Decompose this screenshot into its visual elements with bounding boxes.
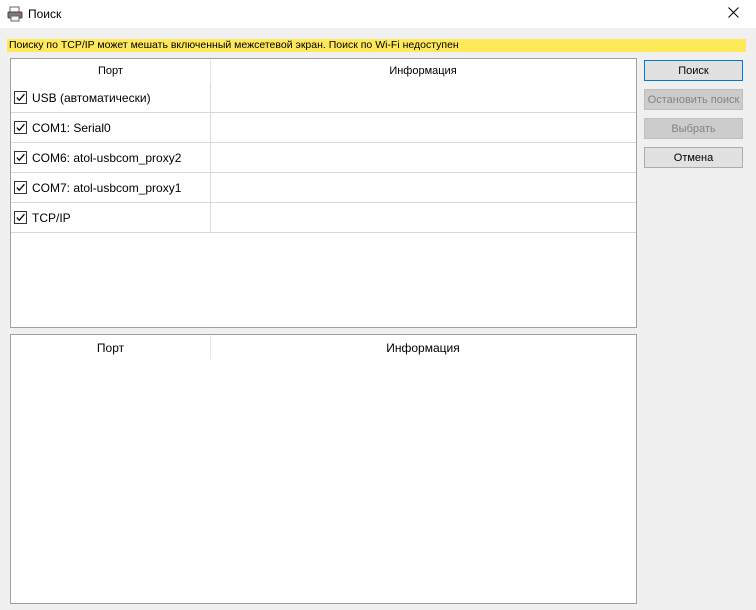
- port-label: COM7: atol-usbcom_proxy1: [32, 180, 182, 195]
- port-checkbox[interactable]: [14, 91, 27, 104]
- port-label: COM1: Serial0: [32, 120, 111, 135]
- results-table-header: Порт Информация: [11, 335, 636, 359]
- table-row[interactable]: TCP/IP: [11, 203, 636, 233]
- port-cell: TCP/IP: [11, 203, 211, 232]
- ports-table-header: Порт Информация: [11, 59, 636, 83]
- info-cell: [211, 143, 635, 172]
- port-checkbox[interactable]: [14, 181, 27, 194]
- port-label: COM6: atol-usbcom_proxy2: [32, 150, 182, 165]
- table-row[interactable]: COM1: Serial0: [11, 113, 636, 143]
- port-cell: COM7: atol-usbcom_proxy1: [11, 173, 211, 202]
- table-row[interactable]: USB (автоматически): [11, 83, 636, 113]
- title-bar: Поиск: [0, 0, 756, 28]
- port-checkbox[interactable]: [14, 151, 27, 164]
- port-label: USB (автоматически): [32, 90, 151, 105]
- column-header-info[interactable]: Информация: [211, 59, 635, 83]
- select-button[interactable]: Выбрать: [644, 118, 743, 139]
- info-cell: [211, 83, 635, 112]
- port-cell: COM1: Serial0: [11, 113, 211, 142]
- table-row[interactable]: COM7: atol-usbcom_proxy1: [11, 173, 636, 203]
- close-button[interactable]: [710, 0, 756, 28]
- printer-icon: [7, 6, 23, 22]
- window-title: Поиск: [28, 7, 62, 21]
- port-label: TCP/IP: [32, 210, 71, 225]
- search-button[interactable]: Поиск: [644, 60, 743, 81]
- port-cell: USB (автоматически): [11, 83, 211, 112]
- column-header-port[interactable]: Порт: [11, 335, 210, 361]
- info-cell: [211, 173, 635, 202]
- column-header-port[interactable]: Порт: [11, 59, 210, 83]
- ports-table-body: USB (автоматически) COM1: Serial0 COM6: …: [11, 83, 636, 233]
- firewall-warning-banner: Поиску по TCP/IP может мешать включенный…: [7, 39, 746, 52]
- port-checkbox[interactable]: [14, 121, 27, 134]
- port-checkbox[interactable]: [14, 211, 27, 224]
- column-header-info[interactable]: Информация: [211, 335, 635, 361]
- table-row[interactable]: COM6: atol-usbcom_proxy2: [11, 143, 636, 173]
- port-cell: COM6: atol-usbcom_proxy2: [11, 143, 211, 172]
- info-cell: [211, 203, 635, 232]
- stop-search-button[interactable]: Остановить поиск: [644, 89, 743, 110]
- cancel-button[interactable]: Отмена: [644, 147, 743, 168]
- close-icon: [727, 7, 739, 21]
- ports-table: Порт Информация USB (автоматически) COM1…: [10, 58, 637, 328]
- info-cell: [211, 113, 635, 142]
- results-table: Порт Информация: [10, 334, 637, 604]
